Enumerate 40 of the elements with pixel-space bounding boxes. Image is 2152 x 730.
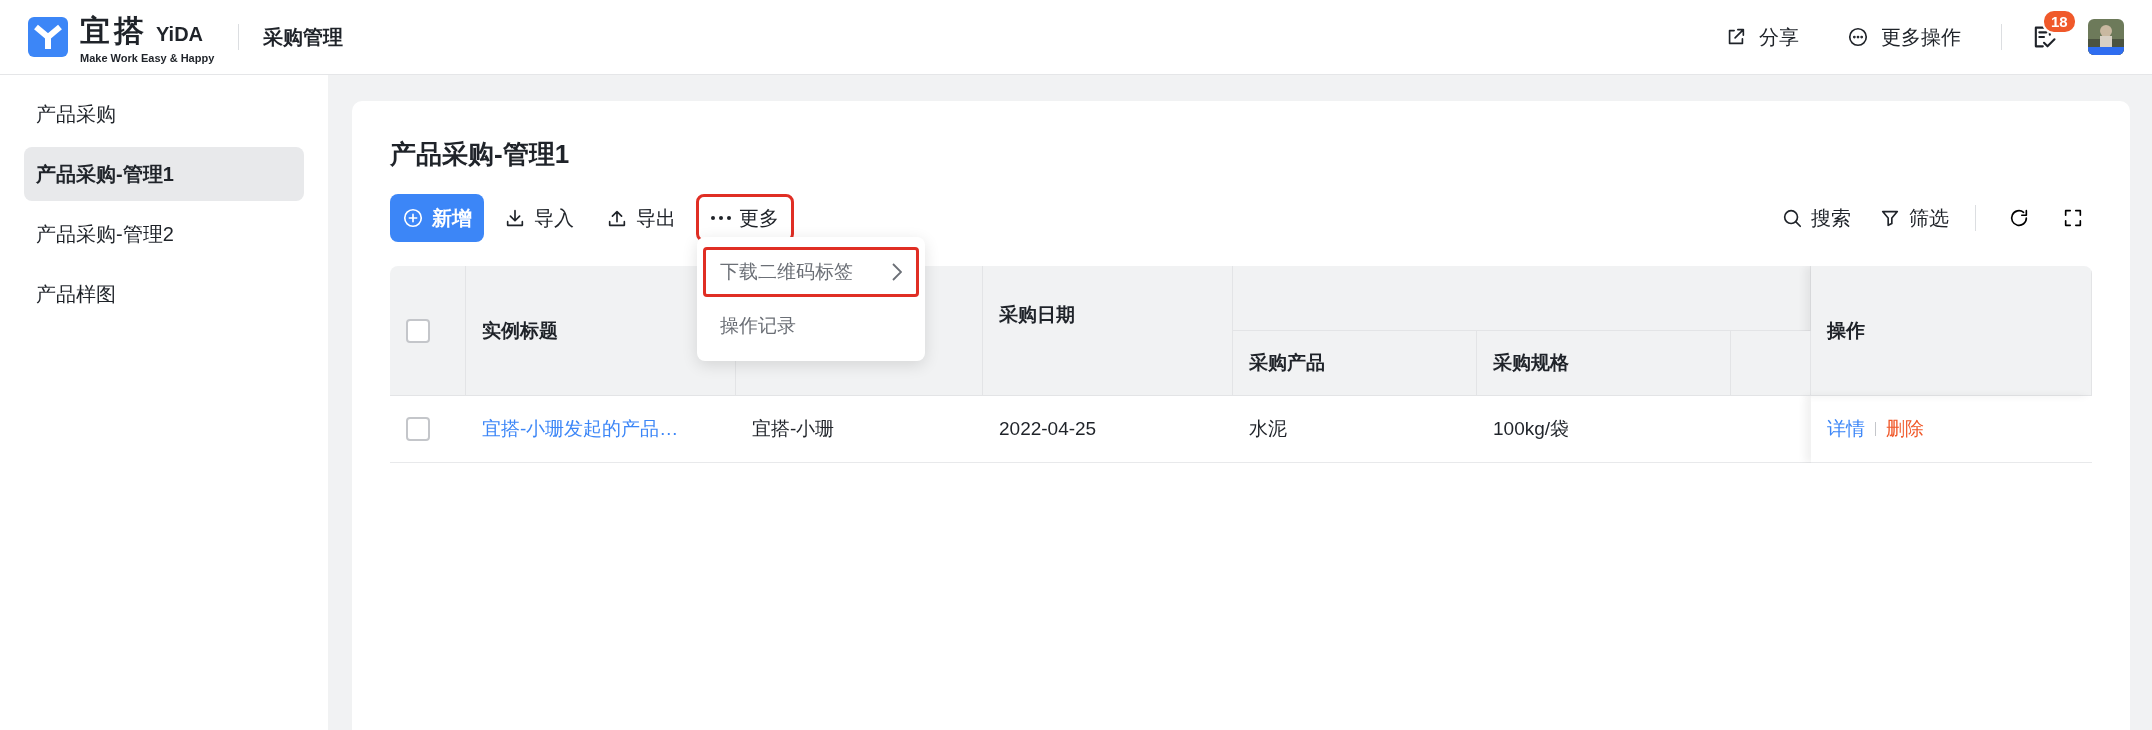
sidebar-item[interactable]: 产品采购-管理1 bbox=[24, 147, 304, 201]
toolbar-button[interactable]: 导入 bbox=[492, 194, 586, 242]
column-header: 采购规格 bbox=[1477, 331, 1731, 396]
add-button[interactable]: 新增 bbox=[390, 194, 484, 242]
table-cell: 水泥 bbox=[1233, 396, 1477, 463]
plus-circle-icon bbox=[402, 207, 424, 229]
column-header: 采购产品 bbox=[1233, 331, 1477, 396]
page-title: 产品采购-管理1 bbox=[390, 138, 571, 171]
logo-icon bbox=[28, 17, 68, 57]
sidebar-item[interactable]: 产品采购 bbox=[24, 87, 304, 141]
sidebar-item[interactable]: 产品采购-管理2 bbox=[24, 207, 304, 261]
refresh-icon bbox=[2008, 207, 2030, 229]
ellipsis-icon bbox=[711, 216, 731, 220]
search-icon bbox=[1781, 207, 1803, 229]
toolbar-button[interactable]: 搜索 bbox=[1771, 194, 1861, 242]
table-cell: 2022-04-25 bbox=[983, 396, 1233, 463]
column-header: 操作 bbox=[1811, 266, 2092, 396]
expand-icon bbox=[2062, 207, 2084, 229]
menu-item[interactable]: 操作记录 bbox=[703, 301, 919, 351]
column-header: 采购日期 bbox=[983, 266, 1233, 396]
app-title: 采购管理 bbox=[263, 24, 344, 50]
header-action[interactable]: 分享 bbox=[1725, 23, 1799, 51]
logo-brand: YiDA bbox=[156, 22, 204, 46]
notification-badge: 18 bbox=[2042, 9, 2077, 34]
toolbar-button[interactable]: 导出 bbox=[594, 194, 688, 242]
table-cell: 100kg/袋 bbox=[1477, 396, 1731, 463]
title-link[interactable]: 宜搭-小珊发起的产品… bbox=[482, 416, 679, 442]
checkbox[interactable] bbox=[406, 417, 430, 441]
more-circle-icon bbox=[1847, 26, 1869, 48]
download-icon bbox=[504, 207, 526, 229]
detail-link[interactable]: 详情 bbox=[1827, 416, 1865, 442]
logo-tagline: Make Work Easy & Happy bbox=[80, 51, 215, 64]
table-cell: 宜搭-小珊 bbox=[736, 396, 983, 463]
sidebar-item[interactable]: 产品样图 bbox=[24, 267, 304, 321]
menu-item[interactable]: 下载二维码标签 bbox=[703, 247, 919, 297]
header-action[interactable]: 更多操作 bbox=[1847, 23, 1961, 51]
delete-link[interactable]: 删除 bbox=[1886, 416, 1924, 442]
checkbox[interactable] bbox=[406, 318, 430, 343]
logo-name: 宜搭 bbox=[80, 12, 148, 49]
toolbar-button[interactable]: 筛选 bbox=[1869, 194, 1959, 242]
